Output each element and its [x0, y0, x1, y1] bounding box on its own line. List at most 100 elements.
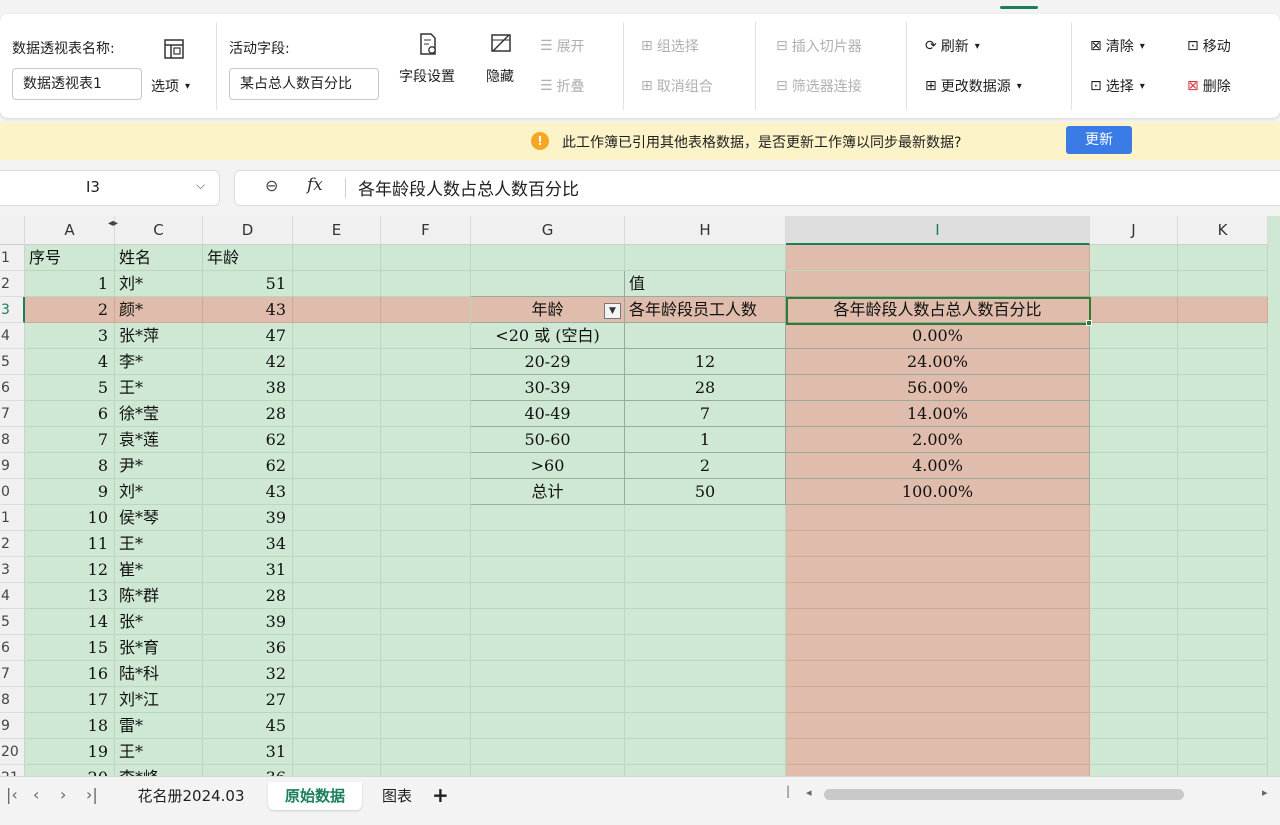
grid-cell[interactable] — [625, 609, 786, 635]
grid-cell[interactable] — [1090, 245, 1178, 271]
data-cell[interactable]: 雷* — [115, 713, 203, 739]
data-cell[interactable]: 56.00% — [786, 375, 1090, 401]
grid-cell[interactable] — [293, 635, 381, 661]
data-cell[interactable]: 刘* — [115, 271, 203, 297]
grid-cell[interactable] — [381, 661, 471, 687]
scroll-right-icon[interactable]: ▸ — [1262, 786, 1268, 799]
data-cell[interactable]: <20 或 (空白) — [471, 323, 625, 349]
row-header[interactable]: 8 — [0, 427, 25, 453]
grid-cell[interactable] — [1178, 453, 1268, 479]
column-header[interactable]: I — [786, 216, 1090, 245]
data-cell[interactable]: 0.00% — [786, 323, 1090, 349]
grid-cell[interactable] — [381, 453, 471, 479]
data-cell[interactable]: 51 — [203, 271, 293, 297]
grid-cell[interactable] — [625, 661, 786, 687]
data-cell[interactable]: 50-60 — [471, 427, 625, 453]
data-cell[interactable]: 20-29 — [471, 349, 625, 375]
grid-cell[interactable] — [293, 375, 381, 401]
grid-cell[interactable] — [1178, 531, 1268, 557]
sheet-tab-raw-data[interactable]: 原始数据 — [268, 782, 362, 810]
grid-cell[interactable] — [293, 479, 381, 505]
grid-cell[interactable] — [1178, 661, 1268, 687]
grid-cell[interactable] — [471, 635, 625, 661]
grid-cell[interactable] — [381, 635, 471, 661]
grid-cell[interactable] — [625, 531, 786, 557]
data-cell[interactable]: 39 — [203, 609, 293, 635]
data-cell[interactable]: 总计 — [471, 479, 625, 505]
grid-cell[interactable] — [1178, 635, 1268, 661]
data-cell[interactable]: 陆*科 — [115, 661, 203, 687]
sheet-tab-roster[interactable]: 花名册2024.03 — [126, 782, 256, 810]
grid-cell[interactable] — [293, 531, 381, 557]
data-cell[interactable]: 1 — [625, 427, 786, 453]
data-cell[interactable]: 5 — [25, 375, 115, 401]
grid-cell[interactable] — [1178, 583, 1268, 609]
refresh-button[interactable]: ⟳ 刷新 ▾ — [925, 36, 980, 56]
pivot-name-input[interactable]: 数据透视表1 — [12, 68, 142, 100]
grid-cell[interactable] — [381, 297, 471, 323]
data-cell[interactable]: >60 — [471, 453, 625, 479]
select-all-corner[interactable] — [0, 216, 25, 245]
column-header[interactable]: G — [471, 216, 625, 245]
grid-cell[interactable] — [381, 323, 471, 349]
data-cell[interactable]: 42 — [203, 349, 293, 375]
select-button[interactable]: ⊡ 选择 ▾ — [1090, 76, 1145, 96]
grid-cell[interactable] — [786, 609, 1090, 635]
grid-cell[interactable] — [471, 557, 625, 583]
data-cell[interactable]: 13 — [25, 583, 115, 609]
grid-cell[interactable] — [1090, 297, 1178, 323]
grid-cell[interactable] — [1090, 427, 1178, 453]
grid-cell[interactable] — [293, 557, 381, 583]
grid-cell[interactable] — [293, 739, 381, 765]
pivot-table-icon[interactable] — [163, 38, 184, 59]
grid-cell[interactable] — [1178, 271, 1268, 297]
grid-cell[interactable] — [381, 765, 471, 776]
row-header[interactable]: 6 — [0, 375, 25, 401]
grid-cell[interactable] — [625, 557, 786, 583]
zoom-icon[interactable]: ⊖ — [265, 176, 278, 195]
data-cell[interactable]: 31 — [203, 739, 293, 765]
data-cell[interactable]: 4.00% — [786, 453, 1090, 479]
prev-sheet-icon[interactable]: ‹ — [33, 785, 39, 804]
data-cell[interactable]: 颜* — [115, 297, 203, 323]
data-cell[interactable]: 12 — [25, 557, 115, 583]
column-header[interactable]: D — [203, 216, 293, 245]
grid-cell[interactable] — [625, 713, 786, 739]
row-header[interactable]: 9 — [0, 713, 25, 739]
grid-cell[interactable] — [381, 609, 471, 635]
grid-cell[interactable] — [1178, 765, 1268, 776]
data-cell[interactable]: 8 — [25, 453, 115, 479]
grid-cell[interactable] — [1090, 531, 1178, 557]
grid-cell[interactable] — [1178, 349, 1268, 375]
filter-connection-button[interactable]: ⊟ 筛选器连接 — [776, 76, 862, 96]
grid-cell[interactable] — [381, 375, 471, 401]
grid-cell[interactable] — [625, 687, 786, 713]
row-header[interactable]: 4 — [0, 583, 25, 609]
data-cell[interactable]: 47 — [203, 323, 293, 349]
row-header[interactable]: 4 — [0, 323, 25, 349]
grid-cell[interactable] — [1178, 245, 1268, 271]
grid-cell[interactable] — [1090, 479, 1178, 505]
data-cell[interactable]: 姓名 — [115, 245, 203, 271]
change-source-button[interactable]: ⊞ 更改数据源 ▾ — [925, 76, 1022, 96]
grid-cell[interactable] — [471, 505, 625, 531]
grid-cell[interactable] — [625, 505, 786, 531]
data-cell[interactable]: 36 — [203, 765, 293, 776]
group-selection-button[interactable]: ⊞ 组选择 — [641, 36, 699, 56]
row-header[interactable]: 2 — [0, 531, 25, 557]
grid-cell[interactable] — [381, 245, 471, 271]
grid-cell[interactable] — [625, 245, 786, 271]
grid-cell[interactable] — [293, 297, 381, 323]
grid-cell[interactable] — [1090, 453, 1178, 479]
row-header[interactable]: 7 — [0, 401, 25, 427]
data-cell[interactable]: 11 — [25, 531, 115, 557]
column-header[interactable]: F — [381, 216, 471, 245]
grid-cell[interactable] — [1178, 427, 1268, 453]
grid-cell[interactable] — [1090, 505, 1178, 531]
grid-cell[interactable] — [293, 453, 381, 479]
name-box[interactable] — [0, 170, 220, 206]
grid-cell[interactable] — [471, 661, 625, 687]
grid-cell[interactable] — [1090, 323, 1178, 349]
data-cell[interactable]: 崔* — [115, 557, 203, 583]
add-sheet-icon[interactable]: + — [432, 782, 449, 808]
